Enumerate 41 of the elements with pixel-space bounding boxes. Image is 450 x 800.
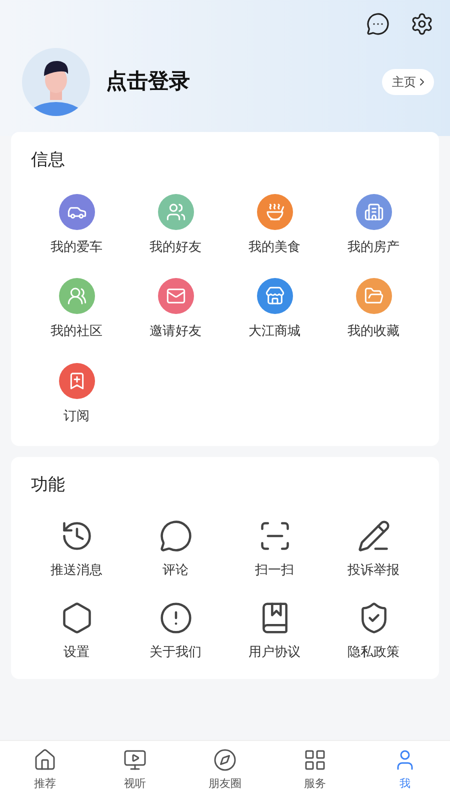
tab[interactable]: 服务 <box>270 741 360 800</box>
monitor-play-icon <box>123 748 147 772</box>
item-label[interactable]: 扫一扫 <box>255 560 294 580</box>
car-icon[interactable] <box>58 194 94 230</box>
item-label[interactable]: 投诉举报 <box>348 560 400 580</box>
item-label[interactable]: 关于我们 <box>150 643 202 662</box>
section-title: 信息 <box>31 149 66 172</box>
item-label[interactable]: 我的房产 <box>348 238 400 257</box>
bookmark-plus-icon[interactable] <box>58 362 94 398</box>
compass-icon <box>213 748 237 772</box>
store-icon[interactable] <box>256 278 292 314</box>
item-label[interactable]: 隐私政策 <box>348 643 400 662</box>
item-label[interactable]: 评论 <box>162 560 188 580</box>
envelope-icon[interactable] <box>158 278 194 314</box>
exclamation-icon[interactable] <box>158 601 192 635</box>
item-label[interactable]: 我的爱车 <box>50 238 102 257</box>
login-text[interactable]: 点击登录 <box>106 66 382 98</box>
item-label[interactable]: 我的好友 <box>150 238 202 257</box>
speech-bubble-icon[interactable] <box>158 518 192 552</box>
bowl-icon[interactable] <box>256 194 292 230</box>
home-icon <box>33 748 57 772</box>
tab[interactable]: 朋友圈 <box>180 741 270 800</box>
tab[interactable]: 我 <box>360 741 450 800</box>
pencil-icon[interactable] <box>356 518 390 552</box>
item-label[interactable]: 我的美食 <box>248 238 300 257</box>
building-icon[interactable] <box>356 194 392 230</box>
item-label[interactable]: 设置 <box>64 643 90 662</box>
tab[interactable]: 推荐 <box>0 741 90 800</box>
chat-icon[interactable] <box>366 12 390 36</box>
item-label[interactable]: 推送消息 <box>50 560 102 580</box>
tab[interactable]: 视听 <box>90 741 180 800</box>
settings-icon[interactable] <box>410 12 434 36</box>
grid-icon <box>303 748 327 772</box>
item-label[interactable]: 我的社区 <box>50 322 102 342</box>
item-label[interactable]: 用户协议 <box>248 643 300 662</box>
item-label[interactable]: 我的收藏 <box>348 322 400 342</box>
item-label[interactable]: 订阅 <box>64 406 90 426</box>
item-label[interactable]: 邀请好友 <box>150 322 202 342</box>
home-button[interactable]: 主页 <box>382 69 434 95</box>
item-label[interactable]: 大江商城 <box>248 322 300 342</box>
section-title: 功能 <box>31 474 66 497</box>
